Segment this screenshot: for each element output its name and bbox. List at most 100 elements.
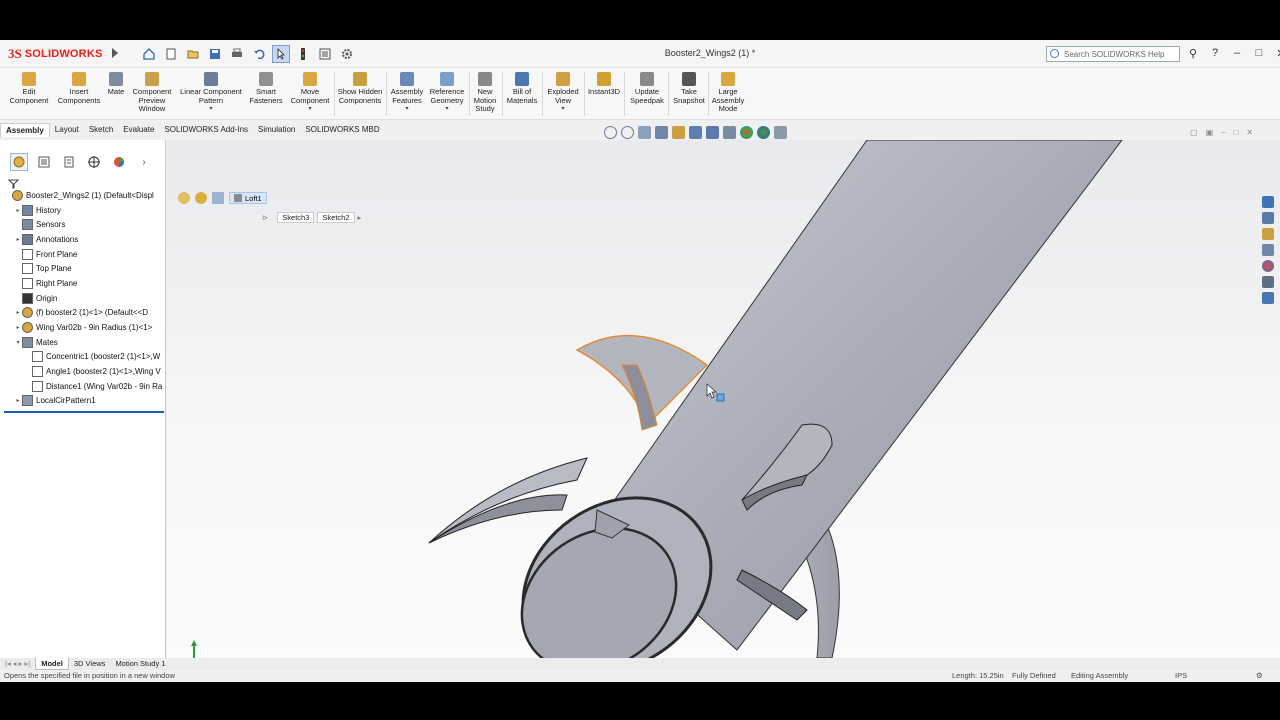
solidworks-resources-icon[interactable] (1262, 196, 1274, 208)
bill-of-materials-button[interactable]: Bill of Materials (504, 72, 540, 105)
tree-item[interactable]: Booster2_Wings2 (1) (Default<Displ (0, 188, 166, 203)
take-snapshot-button[interactable]: Take Snapshot (670, 72, 708, 105)
smart-fasteners-button[interactable]: Smart Fasteners (246, 72, 286, 105)
viewport-tile-icon[interactable]: ▣ (1206, 128, 1214, 137)
status-units[interactable]: IPS (1175, 670, 1187, 682)
view-orientation-icon[interactable] (689, 126, 702, 139)
tab-motion-study[interactable]: Motion Study 1 (110, 658, 170, 670)
zoom-to-fit-icon[interactable] (604, 126, 617, 139)
display-manager-tab-icon[interactable] (110, 153, 128, 171)
tab-layout[interactable]: Layout (50, 123, 84, 137)
show-hidden-button[interactable]: Show Hidden Components (336, 72, 384, 105)
solidworks-forum-icon[interactable] (1262, 292, 1274, 304)
filter-icon[interactable] (7, 176, 164, 189)
viewport-close-icon[interactable]: ✕ (1246, 128, 1253, 137)
tree-expand-icon[interactable]: ▸ (14, 397, 22, 404)
tab-evaluate[interactable]: Evaluate (118, 123, 159, 137)
hide-show-items-icon[interactable] (723, 126, 736, 139)
tree-item[interactable]: ▸ Wing Var02b - 9in Radius (1)<1> (0, 320, 166, 335)
maximize-button[interactable]: □ (1252, 46, 1266, 60)
breadcrumb-feature[interactable]: Loft1 (229, 192, 267, 204)
breadcrumb-assembly-icon[interactable] (178, 192, 190, 204)
tree-item[interactable]: ▸ History (0, 203, 166, 218)
display-style-icon[interactable] (706, 126, 719, 139)
reference-geometry-button[interactable]: Reference Geometry ▾ (426, 72, 468, 114)
dynamic-annotation-icon[interactable] (672, 126, 685, 139)
viewport-minimize-icon[interactable]: – (1221, 128, 1225, 137)
custom-properties-icon[interactable] (1262, 276, 1274, 288)
tree-expand-icon[interactable]: ▸ (14, 309, 22, 316)
file-explorer-icon[interactable] (1262, 228, 1274, 240)
viewport-maximize-icon[interactable]: □ (1234, 128, 1239, 137)
component-preview-button[interactable]: Component Preview Window (130, 72, 174, 114)
tree-item-label: Right Plane (36, 278, 78, 288)
status-customize-icon[interactable]: ⚙ (1256, 670, 1263, 682)
appearances-icon[interactable] (1262, 260, 1274, 272)
new-motion-study-button[interactable]: New Motion Study (470, 72, 500, 114)
status-defined: Fully Defined (1012, 671, 1056, 680)
breadcrumb-sketch2[interactable]: Sketch2 (317, 212, 355, 223)
tree-expand-icon[interactable]: ▸ (14, 207, 22, 214)
mate-button[interactable]: Mate (104, 72, 128, 97)
instant3d-button[interactable]: Instant3D (586, 72, 622, 97)
tree-item[interactable]: Sensors (0, 217, 166, 232)
view-palette-icon[interactable] (1262, 244, 1274, 256)
assembly-features-button[interactable]: Assembly Features ▾ (388, 72, 426, 114)
panel-expand-icon[interactable]: › (135, 153, 153, 171)
tab-3d-views[interactable]: 3D Views (69, 658, 111, 670)
tree-item[interactable]: ▸ (f) booster2 (1)<1> (Default<<D (0, 306, 166, 321)
tree-end-marker[interactable] (4, 410, 164, 413)
breadcrumb-sketch3[interactable]: Sketch3 (277, 212, 315, 223)
user-icon[interactable]: ⚲ (1186, 46, 1200, 60)
tab-mbd[interactable]: SOLIDWORKS MBD (300, 123, 384, 137)
view-settings-icon[interactable] (774, 126, 787, 139)
edit-appearance-icon[interactable] (740, 126, 753, 139)
large-assembly-mode-button[interactable]: Large Assembly Mode (708, 72, 748, 114)
tab-simulation[interactable]: Simulation (253, 123, 300, 137)
tree-expand-icon[interactable]: ▾ (14, 339, 22, 346)
previous-view-icon[interactable] (638, 126, 651, 139)
breadcrumb-part-icon[interactable] (195, 192, 207, 204)
tree-expand-icon[interactable]: ▸ (14, 324, 22, 331)
insert-components-button[interactable]: Insert Components (54, 72, 104, 105)
section-view-icon[interactable] (655, 126, 668, 139)
tree-expand-icon[interactable]: ▸ (14, 236, 22, 243)
property-manager-tab-icon[interactable] (35, 153, 53, 171)
tree-item[interactable]: ▸ Annotations (0, 232, 166, 247)
design-library-icon[interactable] (1262, 212, 1274, 224)
tree-item[interactable]: Front Plane (0, 247, 166, 262)
configuration-manager-tab-icon[interactable] (60, 153, 78, 171)
viewport-restore-icon[interactable]: ▢ (1190, 128, 1198, 137)
close-button[interactable]: ✕ (1274, 46, 1280, 60)
zoom-to-area-icon[interactable] (621, 126, 634, 139)
pattern-icon (22, 395, 33, 407)
tab-addins[interactable]: SOLIDWORKS Add-Ins (159, 123, 253, 137)
assembly-features-icon (400, 72, 414, 86)
tree-item[interactable]: Concentric1 (booster2 (1)<1>,W (0, 350, 166, 365)
move-component-button[interactable]: Move Component ▾ (288, 72, 332, 114)
search-help-input[interactable]: Search SOLIDWORKS Help (1046, 46, 1180, 62)
tree-item[interactable]: ▾ Mates (0, 335, 166, 350)
update-speedpak-button[interactable]: Update Speedpak (626, 72, 668, 105)
minimize-button[interactable]: – (1230, 46, 1244, 60)
help-icon[interactable]: ? (1208, 46, 1222, 60)
breadcrumb-body-icon[interactable] (212, 192, 224, 204)
tab-model[interactable]: Model (35, 658, 69, 670)
apply-scene-icon[interactable] (757, 126, 770, 139)
tree-item[interactable]: Top Plane (0, 261, 166, 276)
tab-nav-first-icon[interactable]: |◂ ◂ ▸ ▸| (0, 658, 35, 670)
tab-assembly[interactable]: Assembly (0, 123, 50, 137)
tree-item[interactable]: Right Plane (0, 276, 166, 291)
separator (668, 72, 669, 116)
tree-item[interactable]: Origin (0, 291, 166, 306)
exploded-view-button[interactable]: Exploded View ▾ (544, 72, 582, 114)
tab-sketch[interactable]: Sketch (84, 123, 118, 137)
breadcrumb-more-icon[interactable]: ▸ (358, 213, 362, 222)
linear-pattern-button[interactable]: Linear Component Pattern ▾ (176, 72, 246, 114)
tree-item[interactable]: Angle1 (booster2 (1)<1>,Wing V (0, 364, 166, 379)
edit-component-button[interactable]: Edit Component (6, 72, 52, 105)
tree-item[interactable]: ▸ LocalCirPattern1 (0, 394, 166, 409)
feature-tree-tab-icon[interactable] (10, 153, 28, 171)
dimxpert-tab-icon[interactable] (85, 153, 103, 171)
tree-item[interactable]: Distance1 (Wing Var02b - 9in Ra (0, 379, 166, 394)
